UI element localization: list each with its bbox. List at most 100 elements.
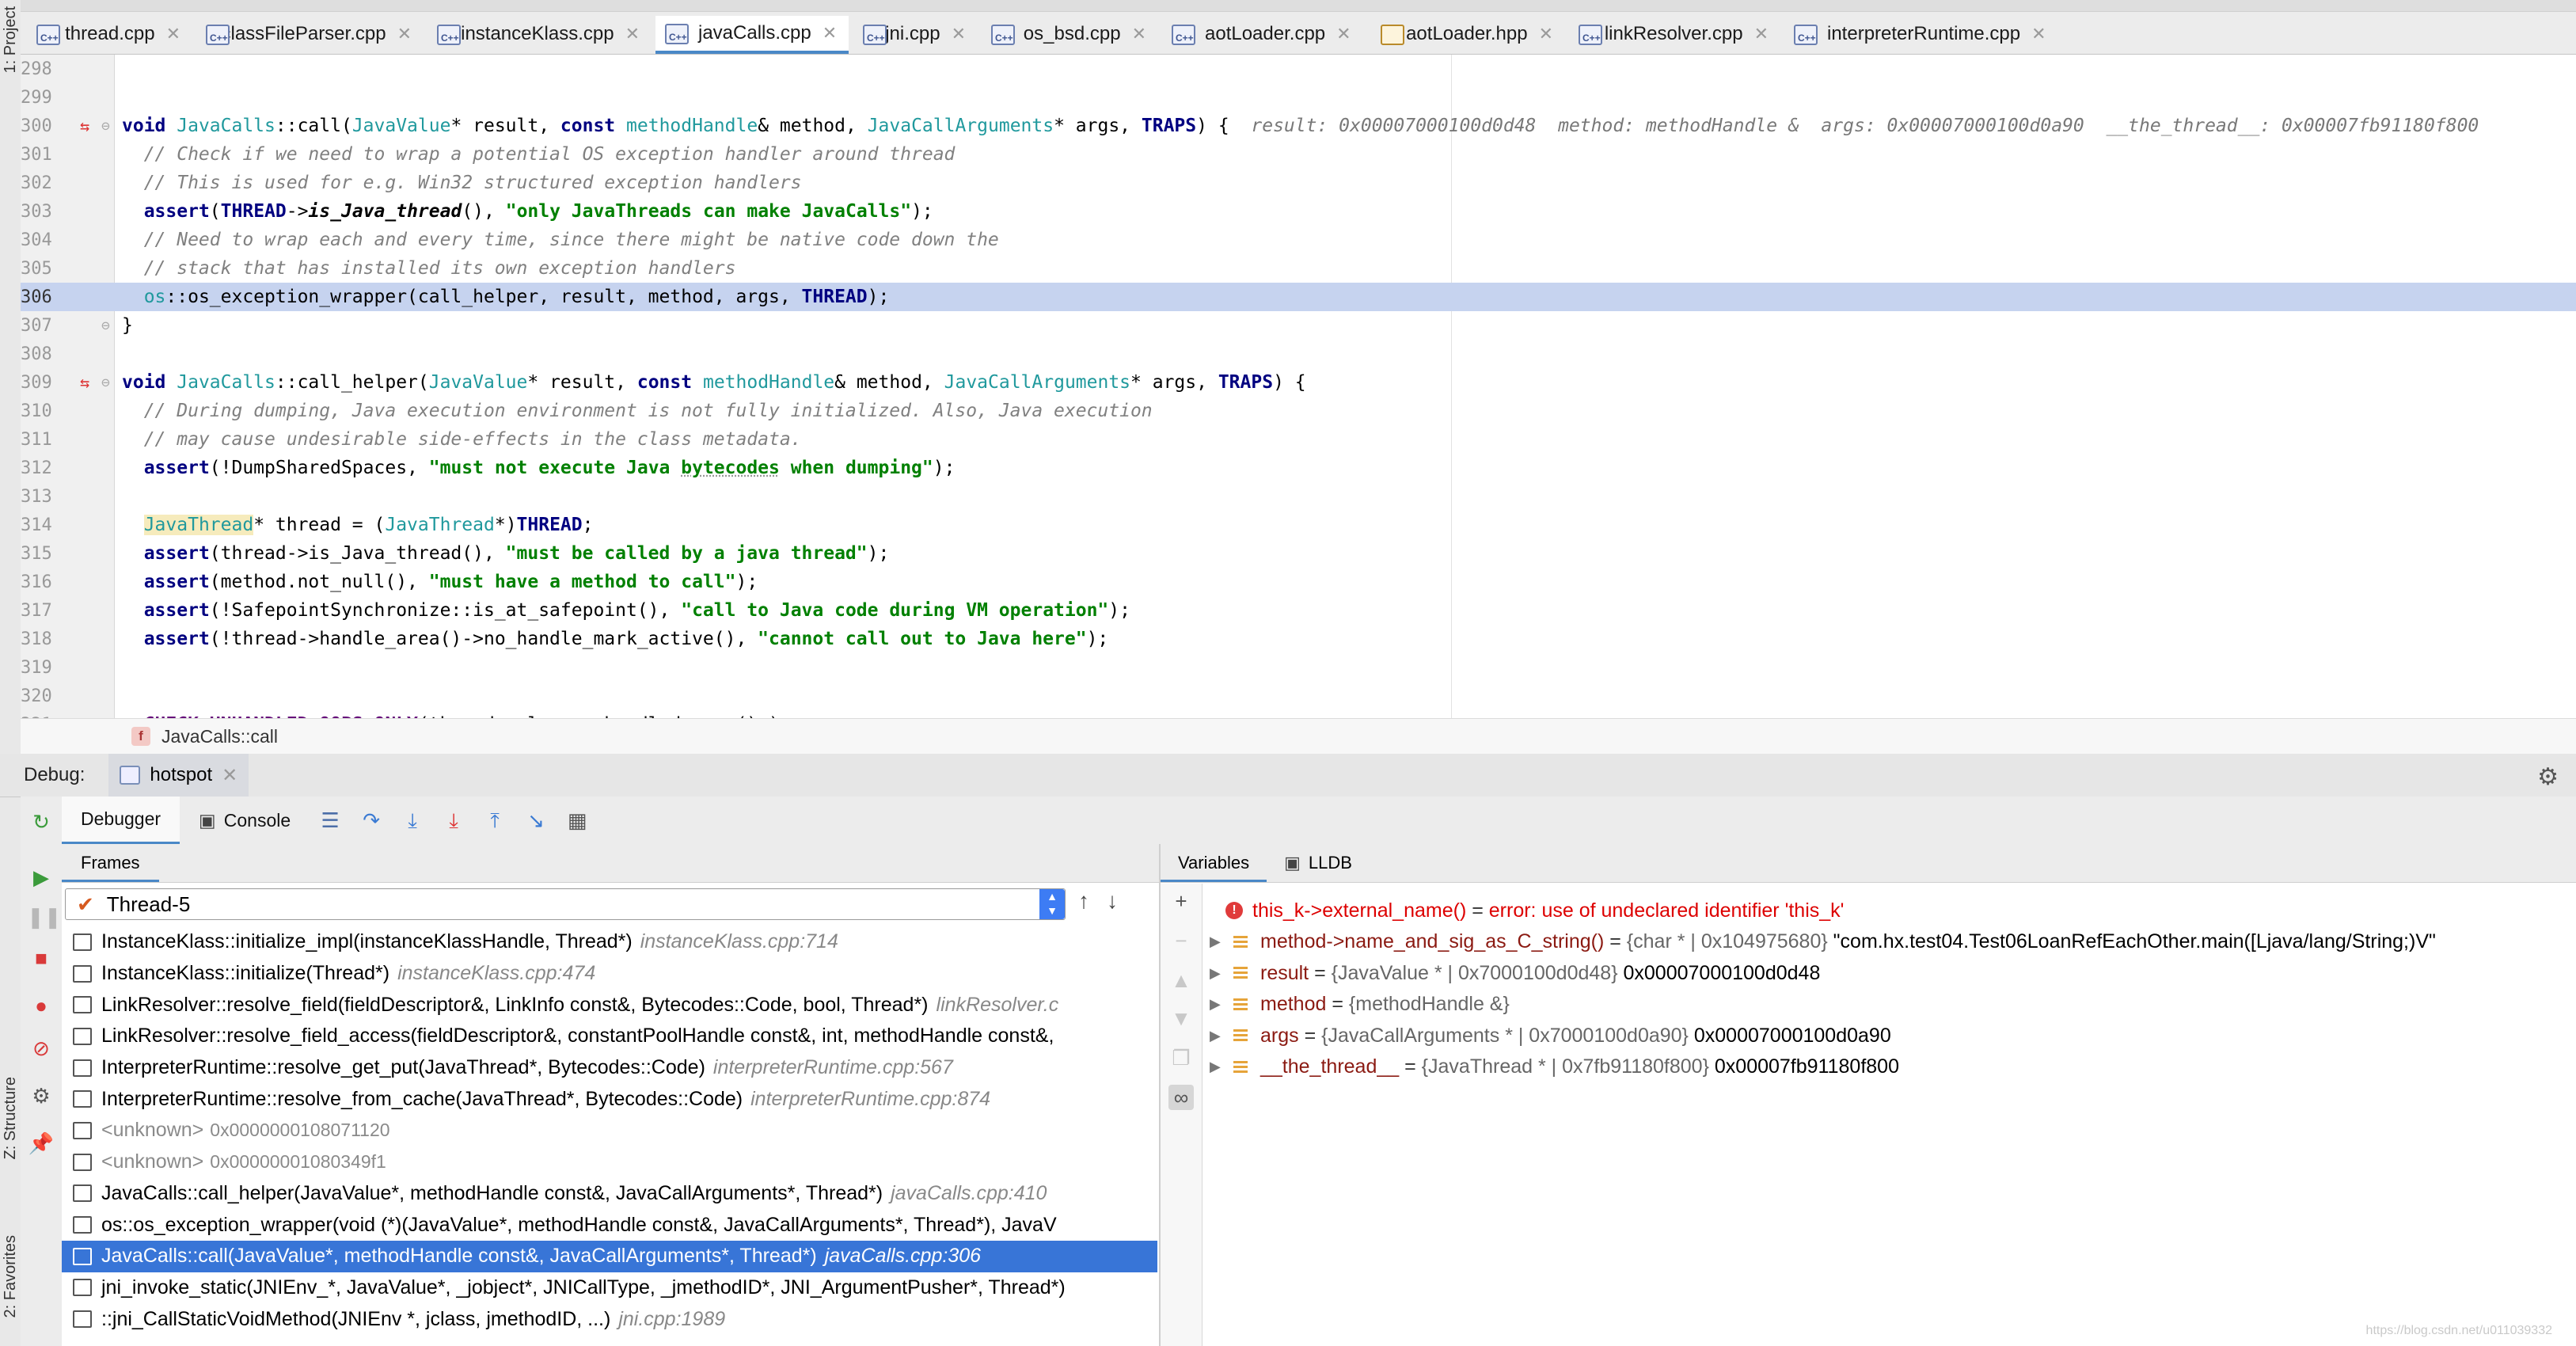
code-line[interactable]: 310 // During dumping, Java execution en… [21,397,2576,425]
frame-row[interactable]: InterpreterRuntime::resolve_from_cache(J… [62,1083,1157,1115]
pause-icon[interactable]: ❚❚ [27,903,62,931]
close-icon[interactable]: ✕ [1539,24,1553,44]
tab-debugger[interactable]: Debugger [62,797,180,844]
tab-file[interactable]: C++ javaCalls.cpp ✕ [655,16,849,54]
arrow-down-icon[interactable]: ↓ [1107,888,1118,914]
step-out-icon[interactable]: ⤒ [481,807,508,834]
view-breakpoints-icon[interactable]: ● [27,991,55,1020]
frame-row-selected[interactable]: JavaCalls::call(JavaValue*, methodHandle… [62,1240,1157,1272]
close-icon[interactable]: ✕ [397,24,412,44]
code-line[interactable]: 305 // stack that has installed its own … [21,254,2576,283]
fold-icon[interactable]: ⊖ [101,118,114,135]
tab-variables[interactable]: Variables [1161,844,1267,882]
tab-file[interactable]: C++ instanceKlass.cpp ✕ [427,16,649,52]
code-line[interactable]: 321 CHECK_UNHANDLED_OOPS_ONLY(thread->cl… [21,710,2576,718]
tab-file[interactable]: C++ aotLoader.cpp ✕ [1162,16,1365,52]
force-step-into-icon[interactable]: ⤓ [440,807,467,834]
rerun-icon[interactable]: ↻ [27,808,55,836]
code-line[interactable]: 313 [21,482,2576,511]
code-line[interactable]: 314 JavaThread* thread = (JavaThread*)TH… [21,511,2576,539]
tab-file[interactable]: C++ jni.cpp ✕ [853,16,975,52]
show-execution-point-icon[interactable]: ☰ [317,807,344,834]
add-watch-icon[interactable]: + [1168,888,1194,914]
expand-arrow-icon[interactable]: ▶ [1210,933,1227,950]
frame-row[interactable]: JavaCalls::call_helper(JavaValue*, metho… [62,1178,1157,1210]
close-icon[interactable]: ✕ [166,24,180,44]
close-icon[interactable]: ✕ [222,764,237,787]
pin-icon[interactable]: 📌 [27,1129,55,1158]
tab-file[interactable]: C++ classFileParser.cpp ✕ [196,16,421,52]
expand-arrow-icon[interactable]: ▶ [1210,1059,1227,1075]
code-line[interactable]: 317 assert(!SafepointSynchronize::is_at_… [21,596,2576,625]
structure-tool-label[interactable]: Z: Structure [2,1077,20,1159]
code-line[interactable]: 319 [21,653,2576,682]
frame-row[interactable]: <unknown> 0x0000000108071120 [62,1115,1157,1146]
watches-glasses-icon[interactable]: ∞ [1168,1085,1194,1110]
current-execution-line[interactable]: 306 os::os_exception_wrapper(call_helper… [21,283,2576,311]
stop-icon[interactable]: ■ [27,944,55,972]
override-marker-icon[interactable]: ⇆ [71,373,98,392]
copy-icon[interactable]: ❐ [1168,1045,1194,1070]
variable-row[interactable]: ▶ __the_thread__ = {JavaThread * | 0x7fb9… [1205,1051,1899,1083]
code-line[interactable]: 316 assert(method.not_null(), "must have… [21,568,2576,596]
frame-row[interactable]: <unknown> 0x00000001080349f1 [62,1146,1157,1178]
close-icon[interactable]: ✕ [952,24,966,44]
frame-row[interactable]: ::jni_CallStaticVoidMethod(JNIEnv *, jcl… [62,1303,1157,1335]
thread-selector[interactable]: ✔ Thread-5 ▲ ▼ [65,888,1066,920]
resume-icon[interactable]: ▶ [27,863,55,892]
expand-arrow-icon[interactable]: ▶ [1210,996,1227,1013]
fold-icon[interactable]: ⊖ [101,375,114,391]
code-line[interactable]: 311 // may cause undesirable side-effect… [21,425,2576,454]
mute-breakpoints-icon[interactable]: ⊘ [27,1034,55,1063]
run-to-cursor-icon[interactable]: ↘ [522,807,549,834]
evaluate-expression-icon[interactable]: ▦ [564,807,591,834]
code-line[interactable]: 307 ⊖} [21,311,2576,340]
tab-lldb[interactable]: ▣ LLDB [1267,844,1370,882]
override-marker-icon[interactable]: ⇆ [71,116,98,135]
code-line[interactable]: 309 ⇆ ⊖ void JavaCalls::call_helper(JavaVal… [21,368,2576,397]
code-line[interactable]: 299 [21,83,2576,112]
arrow-up-icon[interactable]: ↑ [1078,888,1089,914]
close-icon[interactable]: ✕ [625,24,640,44]
code-editor[interactable]: 298 299 300 ⇆ ⊖ void JavaCalls::call(JavaVa… [21,55,2576,718]
variable-row[interactable]: ▶ method->name_and_sig_as_C_string() = {c… [1205,926,2436,958]
tab-file[interactable]: C++ interpreterRuntime.cpp ✕ [1784,16,2069,52]
variable-row[interactable]: ▶ args = {JavaCallArguments * | 0x7000100… [1205,1020,1891,1051]
tab-file[interactable]: C++ os_bsd.cpp ✕ [982,16,1156,52]
project-tool-label[interactable]: 1: Project [2,6,20,73]
gear-icon[interactable]: ⚙ [2537,763,2559,791]
close-icon[interactable]: ✕ [1336,24,1351,44]
code-line[interactable]: 302 // This is used for e.g. Win32 struc… [21,169,2576,197]
code-line[interactable]: 298 [21,55,2576,83]
favorites-tool-label[interactable]: 2: Favorites [2,1235,20,1317]
fold-icon[interactable]: ⊖ [101,317,114,334]
debug-session-tab[interactable]: hotspot ✕ [108,754,249,797]
move-down-icon[interactable]: ▼ [1168,1006,1194,1031]
step-over-icon[interactable]: ↷ [358,807,385,834]
tab-file[interactable]: C++ thread.cpp ✕ [27,16,190,52]
close-icon[interactable]: ✕ [823,23,837,44]
remove-watch-icon[interactable]: − [1168,928,1194,953]
code-line[interactable]: 301 // Check if we need to wrap a potent… [21,140,2576,169]
step-into-icon[interactable]: ⤓ [399,807,426,834]
frame-row[interactable]: InterpreterRuntime::resolve_get_put(Java… [62,1052,1157,1084]
code-line[interactable]: 308 [21,340,2576,368]
frame-row[interactable]: os::os_exception_wrapper(void (*)(JavaVa… [62,1209,1157,1241]
chevron-updown-icon[interactable]: ▲ ▼ [1039,889,1065,919]
code-line[interactable]: 320 [21,682,2576,710]
frame-row[interactable]: InstanceKlass::initialize(Thread*) instan… [62,958,1157,990]
close-icon[interactable]: ✕ [2031,24,2046,44]
expand-arrow-icon[interactable]: ▶ [1210,965,1227,982]
variable-row[interactable]: ! this_k->external_name() = error: use of… [1222,895,1844,926]
breadcrumb-function[interactable]: JavaCalls::call [161,726,278,747]
code-line[interactable]: 300 ⇆ ⊖ void JavaCalls::call(JavaValue* res… [21,112,2576,140]
code-line[interactable]: 312 assert(!DumpSharedSpaces, "must not … [21,454,2576,482]
frame-row[interactable]: LinkResolver::resolve_field(fieldDescrip… [62,989,1157,1021]
variable-row[interactable]: ▶ result = {JavaValue * | 0x7000100d0d48}… [1205,957,1820,989]
code-line[interactable]: 318 assert(!thread->handle_area()->no_ha… [21,625,2576,653]
editor-breadcrumb[interactable]: f JavaCalls::call [21,718,2576,755]
expand-arrow-icon[interactable]: ▶ [1210,1028,1227,1044]
tab-console[interactable]: ▣ Console [180,797,310,844]
close-icon[interactable]: ✕ [1132,24,1146,44]
frame-row[interactable]: LinkResolver::resolve_field_access(field… [62,1021,1157,1052]
